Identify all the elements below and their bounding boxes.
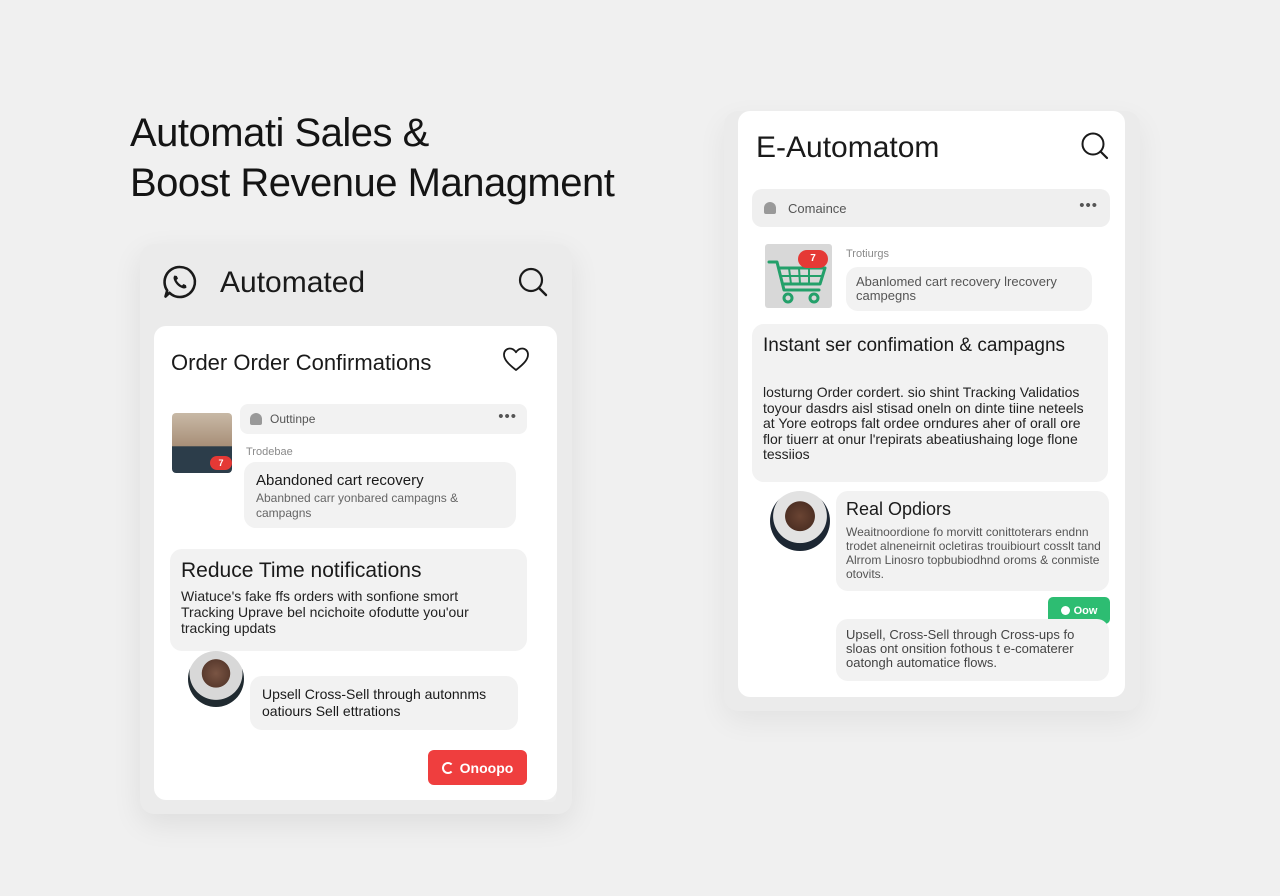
search-icon[interactable] (1080, 131, 1110, 161)
left-app-title: Automated (220, 266, 366, 299)
action-button-label: Onoopo (459, 759, 514, 776)
thread-header[interactable]: Outtinpe ••• (240, 404, 527, 434)
more-icon[interactable]: ••• (498, 408, 517, 425)
headline-line-2: Boost Revenue Managment (130, 161, 615, 205)
instant-confirmation-title: Instant ser confimation & campagns (763, 335, 1066, 356)
thread-header[interactable]: Comaince ••• (752, 189, 1110, 227)
right-app-title: E-Automatom (756, 131, 940, 164)
headline-line-1: Automati Sales & (130, 111, 429, 155)
bubble-text: Abanlomed cart recovery lrecovery campeg… (856, 274, 1057, 303)
message-meta-label: Trodebae (246, 446, 293, 458)
user-icon (250, 413, 262, 425)
right-app-window: E-Automatom Comaince ••• 7 Trotiurgs Aba… (724, 111, 1140, 711)
thread-label: Outtinpe (270, 412, 316, 426)
heart-icon[interactable] (502, 346, 530, 372)
real-options-section: Real Opdiors Weaitnoordione fo morvitt c… (836, 491, 1109, 591)
bubble-title: Abandoned cart recovery (256, 472, 424, 489)
hero-headline: Automati Sales & Boost Revenue Managment (130, 108, 615, 208)
avatar (188, 651, 244, 707)
thread-label: Comaince (788, 201, 847, 216)
instant-confirmation-section: Instant ser confimation & campagns lostu… (752, 324, 1108, 482)
right-app-screen: E-Automatom Comaince ••• 7 Trotiurgs Aba… (738, 111, 1125, 697)
message-meta-label: Trotiurgs (846, 248, 889, 260)
instant-confirmation-description: losturng Order cordert. sio shint Tracki… (763, 384, 1084, 462)
card-title: Order Order Confirmations (171, 350, 432, 375)
notification-badge: 7 (210, 456, 232, 470)
reduce-time-section: Reduce Time notifications Wiatuce's fake… (170, 549, 527, 651)
message-bubble-abandoned-cart: Abanlomed cart recovery lrecovery campeg… (846, 267, 1092, 311)
notification-badge: 7 (798, 250, 828, 268)
bubble-text: Upsell, Cross-Sell through Cross-ups fo … (846, 627, 1075, 670)
message-bubble-upsell: Upsell Cross-Sell through autonnms oatio… (250, 676, 518, 730)
bubble-subtitle: Abanbned carr yonbared campagns & campag… (256, 491, 459, 520)
action-button[interactable]: Onoopo (428, 750, 527, 785)
bubble-text: Upsell Cross-Sell through autonnms oatio… (262, 686, 487, 719)
left-app-header: Automated (140, 244, 572, 324)
more-icon[interactable]: ••• (1079, 197, 1098, 214)
refresh-icon (441, 761, 454, 774)
real-options-description: Weaitnoordione fo morvitt conittoterars … (846, 525, 1101, 581)
reduce-time-description: Wiatuce's fake ffs orders with sonfione … (181, 588, 469, 636)
avatar (770, 491, 830, 551)
reduce-time-title: Reduce Time notifications (181, 559, 422, 582)
real-options-title: Real Opdiors (846, 499, 952, 519)
status-icon (1060, 606, 1070, 615)
message-bubble-abandoned-cart: Abandoned cart recovery Abanbned carr yo… (244, 462, 516, 528)
order-confirmations-card: Order Order Confirmations 7 Outtinpe •••… (154, 326, 557, 800)
whatsapp-icon (163, 265, 197, 299)
user-icon (764, 202, 776, 214)
message-bubble-upsell: Upsell, Cross-Sell through Cross-ups fo … (836, 619, 1109, 681)
action-button-label: Oow (1073, 604, 1098, 617)
left-app-window: Automated Order Order Confirmations 7 Ou… (140, 244, 572, 814)
search-icon[interactable] (517, 266, 549, 298)
